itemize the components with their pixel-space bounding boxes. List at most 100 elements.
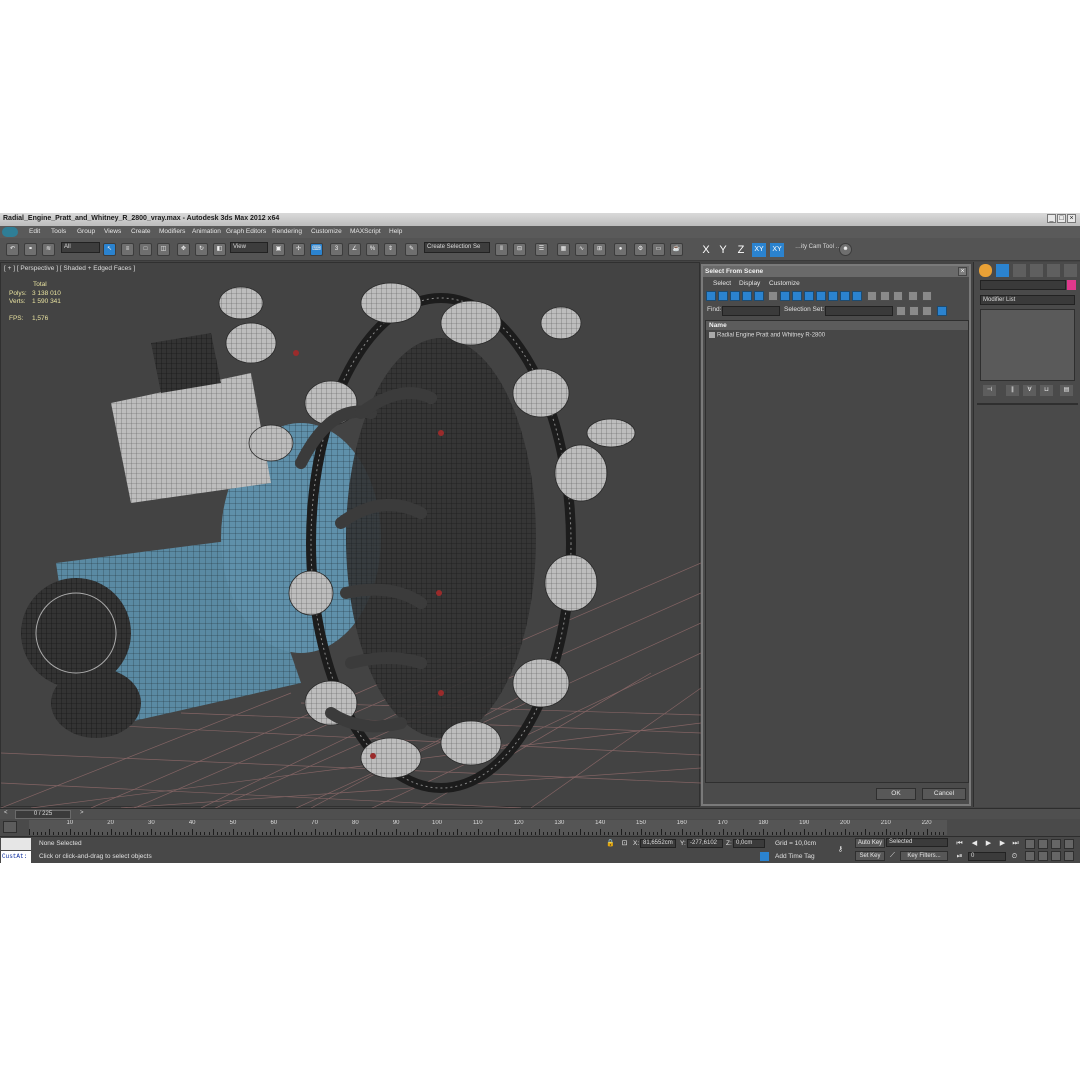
edit-named-selection-icon[interactable]: ✎ bbox=[405, 243, 418, 256]
absolute-mode-icon[interactable]: ⊡ bbox=[620, 839, 629, 848]
link-icon[interactable]: ⚭ bbox=[24, 243, 37, 256]
track-bar-timeline[interactable]: 10 20 30 40 50 60 70 80 90 100 110 120 130 140 150 160 1… bbox=[29, 820, 947, 835]
rectangular-selection-icon[interactable]: □ bbox=[139, 243, 152, 256]
filter-icon[interactable] bbox=[908, 291, 918, 301]
render-setup-icon[interactable]: ⚙ bbox=[634, 243, 647, 256]
display-cameras-icon[interactable] bbox=[742, 291, 752, 301]
zoom-extents-icon[interactable] bbox=[1051, 839, 1061, 849]
menu-create[interactable]: Create bbox=[131, 228, 151, 235]
display-hidden-icon[interactable] bbox=[840, 291, 850, 301]
axis-z-button[interactable]: Z bbox=[734, 243, 748, 257]
menu-graph-editors[interactable]: Graph Editors bbox=[226, 228, 266, 235]
modifier-list-dropdown[interactable]: Modifier List bbox=[980, 295, 1075, 305]
time-configuration-icon[interactable]: ⏲ bbox=[1010, 852, 1019, 861]
ok-button[interactable]: OK bbox=[876, 788, 916, 800]
display-frozen-icon[interactable] bbox=[828, 291, 838, 301]
select-scale-icon[interactable]: ◧ bbox=[213, 243, 226, 256]
play-icon[interactable]: ▶ bbox=[984, 839, 993, 848]
create-tab-icon[interactable] bbox=[979, 264, 992, 277]
close-button[interactable]: × bbox=[1067, 214, 1076, 223]
pivot-center-icon[interactable]: ▣ bbox=[272, 243, 285, 256]
previous-frame-icon[interactable]: ◀ bbox=[970, 839, 979, 848]
select-move-icon[interactable]: ✥ bbox=[177, 243, 190, 256]
display-all-icon[interactable] bbox=[852, 291, 862, 301]
angle-snap-icon[interactable]: ∠ bbox=[348, 243, 361, 256]
remove-modifier-icon[interactable]: ⊔ bbox=[1040, 385, 1053, 396]
list-item[interactable]: Radial Engine Pratt and Whitney R-2800 bbox=[709, 332, 825, 339]
select-all-icon[interactable] bbox=[867, 291, 877, 301]
pan-view-icon[interactable] bbox=[1038, 851, 1048, 861]
orbit-icon[interactable] bbox=[1051, 851, 1061, 861]
snaps-toggle-icon[interactable]: 3 bbox=[330, 243, 343, 256]
select-manipulate-icon[interactable]: ✢ bbox=[292, 243, 305, 256]
keyboard-shortcut-override-icon[interactable]: ⌨ bbox=[310, 243, 323, 256]
auto-key-button[interactable]: Auto Key bbox=[855, 838, 885, 848]
radial-engine-model[interactable] bbox=[21, 282, 636, 793]
schematic-view-icon[interactable]: ⊞ bbox=[593, 243, 606, 256]
undo-icon[interactable]: ↶ bbox=[6, 243, 19, 256]
axis-xy-button[interactable]: XY bbox=[752, 243, 766, 257]
app-menu-icon[interactable] bbox=[2, 227, 18, 237]
menu-modifiers[interactable]: Modifiers bbox=[159, 228, 185, 235]
display-containers-icon[interactable] bbox=[816, 291, 826, 301]
dialog-menu-display[interactable]: Display bbox=[739, 280, 760, 287]
menu-tools[interactable]: Tools bbox=[51, 228, 66, 235]
maxscript-listener-top[interactable] bbox=[1, 838, 31, 850]
menu-maxscript[interactable]: MAXScript bbox=[350, 228, 381, 235]
key-selection-dropdown[interactable]: Selected bbox=[886, 838, 948, 847]
time-tag-icon[interactable] bbox=[760, 852, 769, 861]
window-crossing-icon[interactable]: ◫ bbox=[157, 243, 170, 256]
named-selection-set-dropdown[interactable]: Create Selection Se bbox=[424, 242, 490, 253]
object-name-field[interactable] bbox=[980, 280, 1066, 290]
perspective-viewport[interactable]: [ + ] [ Perspective ] [ Shaded + Edged F… bbox=[0, 262, 701, 808]
menu-views[interactable]: Views bbox=[104, 228, 121, 235]
go-to-end-icon[interactable]: ⏭ bbox=[1011, 839, 1020, 848]
column-header-name[interactable]: Name bbox=[706, 321, 968, 330]
minimize-button[interactable]: _ bbox=[1047, 214, 1056, 223]
reference-coord-dropdown[interactable]: View bbox=[230, 242, 268, 253]
menu-edit[interactable]: Edit bbox=[29, 228, 40, 235]
maximize-viewport-icon[interactable] bbox=[1064, 851, 1074, 861]
material-editor-icon[interactable]: ● bbox=[614, 243, 627, 256]
make-unique-icon[interactable]: ∀ bbox=[1023, 385, 1036, 396]
select-rotate-icon[interactable]: ↻ bbox=[195, 243, 208, 256]
hierarchy-tab-icon[interactable] bbox=[1013, 264, 1026, 277]
render-production-icon[interactable]: ☕ bbox=[670, 243, 683, 256]
cancel-button[interactable]: Cancel bbox=[922, 788, 966, 800]
modifier-stack[interactable] bbox=[980, 309, 1075, 381]
graphite-tools-icon[interactable]: ▦ bbox=[557, 243, 570, 256]
display-groups-icon[interactable] bbox=[780, 291, 790, 301]
align-icon[interactable]: ⊟ bbox=[513, 243, 526, 256]
current-frame-field[interactable]: 0 bbox=[968, 852, 1006, 861]
selection-set-dropdown[interactable] bbox=[825, 306, 893, 316]
filter-options-icon[interactable] bbox=[922, 291, 932, 301]
utilities-tab-icon[interactable] bbox=[1064, 264, 1077, 277]
curve-editor-icon[interactable]: ∿ bbox=[575, 243, 588, 256]
z-coordinate-field[interactable]: 0,0cm bbox=[733, 839, 765, 848]
selection-filter-dropdown[interactable]: All bbox=[61, 242, 100, 253]
selection-set-icon-3[interactable] bbox=[922, 306, 932, 316]
key-filters-button[interactable]: Key Filters... bbox=[900, 851, 948, 861]
cam-tool-label[interactable]: …ity Cam Tool … bbox=[795, 244, 842, 250]
selection-set-icon-4[interactable] bbox=[937, 306, 947, 316]
axis-y-button[interactable]: Y bbox=[716, 243, 730, 257]
display-bones-icon[interactable] bbox=[804, 291, 814, 301]
select-by-name-icon[interactable]: ≡ bbox=[121, 243, 134, 256]
percent-snap-icon[interactable]: % bbox=[366, 243, 379, 256]
time-slider-next[interactable]: > bbox=[80, 810, 84, 816]
menu-rendering[interactable]: Rendering bbox=[272, 228, 302, 235]
select-none-icon[interactable] bbox=[880, 291, 890, 301]
add-time-tag[interactable]: Add Time Tag bbox=[775, 853, 815, 860]
y-coordinate-field[interactable]: -277,6102 bbox=[687, 839, 723, 848]
motion-tab-icon[interactable] bbox=[1030, 264, 1043, 277]
configure-sets-icon[interactable]: ▤ bbox=[1060, 385, 1073, 396]
menu-help[interactable]: Help bbox=[389, 228, 402, 235]
menu-customize[interactable]: Customize bbox=[311, 228, 342, 235]
zoom-all-icon[interactable] bbox=[1038, 839, 1048, 849]
time-slider-thumb[interactable]: 0 / 225 bbox=[15, 810, 71, 819]
dialog-menu-select[interactable]: Select bbox=[713, 280, 731, 287]
time-slider[interactable]: < 0 / 225 > bbox=[0, 808, 1080, 819]
field-of-view-icon[interactable] bbox=[1025, 851, 1035, 861]
display-lights-icon[interactable] bbox=[730, 291, 740, 301]
axis-xy-cycle-button[interactable]: XY bbox=[770, 243, 784, 257]
